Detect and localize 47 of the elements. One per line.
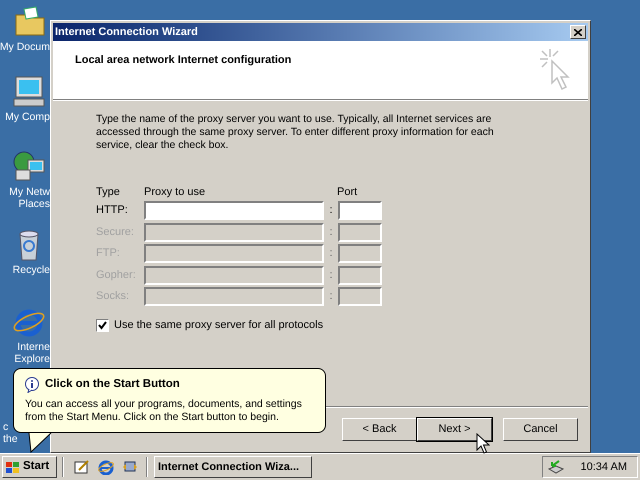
protocol-label: HTTP: <box>96 203 129 218</box>
proxy-address-field[interactable] <box>144 222 324 242</box>
close-button[interactable] <box>570 25 586 39</box>
port-field[interactable] <box>338 244 382 263</box>
page-title: Local area network Internet configuration <box>75 53 292 68</box>
clock: 10:34 AM <box>580 460 627 475</box>
column-header: Type <box>96 184 121 200</box>
close-icon <box>574 28 582 36</box>
computer-icon[interactable] <box>12 75 46 109</box>
port-field[interactable] <box>338 222 382 242</box>
colon-separator: : <box>328 203 334 218</box>
windows-flag-icon <box>5 460 21 474</box>
desktop-icon-label: c the <box>3 421 18 445</box>
instruction-text: Type the name of the proxy server you want to use. Typically, all Internet services are accessed through the same proxy server. To enter different proxy information for each service, clear the check box. <box>96 113 495 152</box>
desktop-icon-label: My Comp <box>5 111 50 123</box>
colon-separator: : <box>328 246 334 262</box>
column-header: Port <box>337 184 358 200</box>
window-title: Internet Connection Wizard <box>55 24 198 40</box>
proxy-address-field[interactable] <box>144 287 324 306</box>
proxy-address-field[interactable] <box>144 201 324 220</box>
browser-e-icon <box>98 459 114 475</box>
wizard-button[interactable]: Next > <box>417 418 492 440</box>
proxy-address-field[interactable] <box>144 266 324 284</box>
same-proxy-checkbox[interactable]: Use the same proxy server for all protocols <box>96 317 324 334</box>
cursor-sparkle-icon <box>538 47 572 93</box>
check-icon <box>98 320 107 330</box>
balloon-title: Click on the Start Button <box>45 377 180 392</box>
colon-separator: : <box>328 289 334 304</box>
port-field[interactable] <box>338 287 382 306</box>
wizard-button[interactable]: Cancel <box>503 418 578 440</box>
colon-separator: : <box>328 268 334 283</box>
info-icon <box>25 376 39 393</box>
desktop-pen-icon <box>74 459 90 475</box>
desktop-icon-label: My Docum <box>0 41 50 53</box>
wizard-button[interactable]: < Back <box>342 418 417 440</box>
column-header: Proxy to use <box>144 184 206 200</box>
network-connection-icon <box>547 459 565 475</box>
desktop-icon-label: Interne Explore <box>14 341 50 365</box>
balloon-text: You can access all your programs, documents, and settings from the Start Menu. Click on the Start button to begin. <box>25 398 303 424</box>
taskbar-window-button[interactable]: Internet Connection Wiza... <box>154 456 312 478</box>
desktop-icon-label: Recycle <box>12 264 50 276</box>
port-field[interactable] <box>338 201 382 220</box>
colon-separator: : <box>328 224 334 240</box>
start-button[interactable]: Start <box>2 456 57 478</box>
proxy-address-field[interactable] <box>144 244 324 263</box>
port-field[interactable] <box>338 266 382 284</box>
desktop-icon-label: My Netw Places <box>9 186 50 210</box>
